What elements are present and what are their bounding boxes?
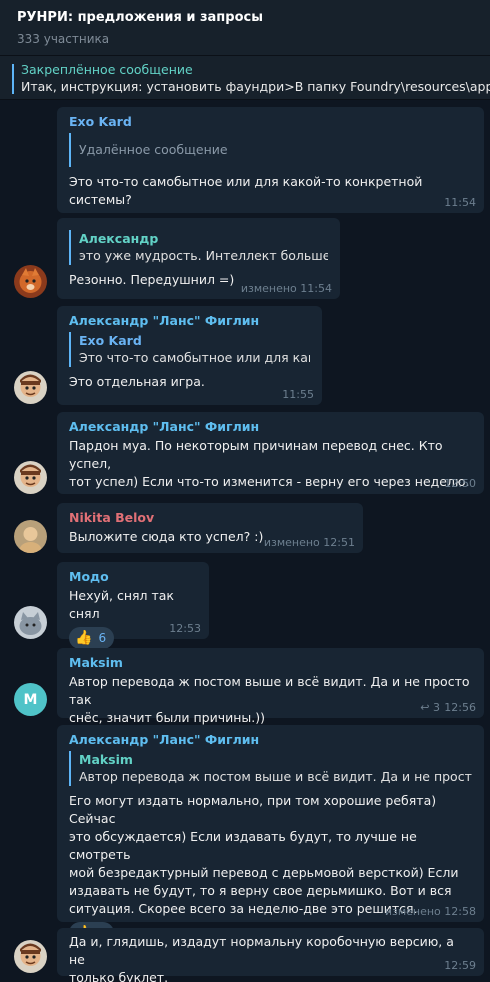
message-text-line: это обсуждается) Если издавать будут, то… — [69, 829, 417, 862]
reaction-chip[interactable]: 👍 6 — [69, 627, 115, 649]
message-text: Нехуй, снял так снял — [69, 588, 174, 621]
sender-name[interactable]: Maksim — [69, 654, 472, 671]
message-time: изменено 12:58 — [384, 905, 476, 918]
reply-text: Автор перевода ж постом выше и всё видит… — [79, 769, 472, 784]
message-text-line: Пардон муа. По некоторым причинам перево… — [69, 438, 443, 471]
sender-name[interactable]: Nikita Belov — [69, 509, 351, 526]
message-bubble[interactable]: Александр "Ланс" Фиглин Exo Kard Это что… — [57, 306, 322, 405]
message-text-line: Автор перевода ж постом выше и всё видит… — [69, 674, 470, 707]
reply-text: это уже мудрость. Интеллект больше ... — [79, 248, 328, 263]
reply-text: Это что-то самобытное или для как... — [79, 350, 310, 365]
message-text: Да и, глядишь, издадут нормальну коробоч… — [69, 933, 472, 982]
message-time: 11:55 — [282, 388, 314, 401]
message-text: Автор перевода ж постом выше и всё видит… — [69, 673, 472, 727]
reaction-count: 6 — [98, 631, 107, 645]
message-text-line: издавать не будут, то я верну свое дерьм… — [69, 883, 452, 898]
avatar[interactable] — [14, 606, 47, 639]
member-count: 333 участника — [17, 32, 110, 46]
reply-sender: Exo Kard — [79, 333, 142, 348]
message-text-line: только буклет. — [69, 970, 169, 982]
avatar-letter: M — [23, 691, 38, 708]
avatar[interactable]: M — [14, 683, 47, 716]
message-time: 12:53 — [169, 622, 201, 635]
message-text-line: Его могут издать нормально, при том хоро… — [69, 793, 437, 826]
sender-name[interactable]: Александр "Ланс" Фиглин — [69, 312, 310, 329]
reply-quote[interactable]: Exo Kard Это что-то самобытное или для к… — [69, 332, 310, 367]
cat-avatar-icon — [14, 606, 47, 639]
replies-counter[interactable]: ↩ 3 — [420, 701, 440, 714]
message-time: 12:50 — [444, 477, 476, 490]
sender-name[interactable]: Александр "Ланс" Фиглин — [69, 418, 472, 435]
message-bubble[interactable]: Александр "Ланс" Фиглин Maksim Автор пер… — [57, 725, 484, 944]
message-bubble[interactable]: Nikita Belov Выложите сюда кто успел? :)… — [57, 503, 363, 553]
cartoon-face-avatar-icon — [14, 371, 47, 404]
sender-name[interactable]: Модо — [69, 568, 197, 585]
thumbs-up-icon: 👍 — [75, 630, 93, 646]
message-time: изменено 11:54 — [240, 282, 332, 295]
pinned-accent-bar — [12, 64, 14, 94]
message-time: 12:59 — [444, 959, 476, 972]
message-text: Это отдельная игра. — [69, 374, 205, 389]
avatar[interactable] — [14, 461, 47, 494]
reply-text: Удалённое сообщение — [79, 142, 228, 157]
pinned-text: Итак, инструкция: установить фаундри>В п… — [21, 79, 490, 94]
message-text-line: Да и, глядишь, издадут нормальну коробоч… — [69, 934, 454, 967]
fox-avatar-icon — [14, 265, 47, 298]
message-time: 11:54 — [444, 196, 476, 209]
cartoon-face-avatar-icon — [14, 461, 47, 494]
message-bubble[interactable]: Александр это уже мудрость. Интеллект бо… — [57, 218, 340, 299]
reply-quote[interactable]: Удалённое сообщение — [69, 133, 472, 167]
avatar[interactable] — [14, 940, 47, 973]
message-time: 12:56 — [444, 701, 476, 714]
message-bubble[interactable]: Александр "Ланс" Фиглин Пардон муа. По н… — [57, 412, 484, 494]
message-bubble[interactable]: Maksim Автор перевода ж постом выше и вс… — [57, 648, 484, 725]
message-time: изменено 12:51 — [263, 536, 355, 549]
sender-name[interactable]: Exo Kard — [69, 113, 472, 130]
avatar[interactable] — [14, 371, 47, 404]
reply-quote[interactable]: Maksim Автор перевода ж постом выше и вс… — [69, 751, 472, 786]
message-text: Это что-то самобытное или для какой-то к… — [69, 174, 423, 207]
replies-count: 3 — [433, 701, 440, 714]
message-feed[interactable]: Exo Kard Удалённое сообщение Это что-то … — [0, 100, 490, 982]
reply-sender: Александр — [79, 231, 159, 246]
reply-sender: Maksim — [79, 752, 133, 767]
cartoon-face-avatar-icon — [14, 940, 47, 973]
message-bubble[interactable]: Модо Нехуй, снял так снял 👍 6 12:53 — [57, 562, 209, 649]
reply-quote[interactable]: Александр это уже мудрость. Интеллект бо… — [69, 230, 328, 265]
pinned-message-bar[interactable]: Закреплённое сообщение Итак, инструкция:… — [0, 56, 490, 100]
photo-avatar-icon — [14, 520, 47, 553]
chat-header[interactable]: РУНРИ: предложения и запросы 333 участни… — [0, 0, 490, 56]
sender-name[interactable]: Александр "Ланс" Фиглин — [69, 731, 472, 748]
message-text: Пардон муа. По некоторым причинам перево… — [69, 437, 472, 491]
reply-arrow-icon: ↩ — [420, 701, 430, 714]
avatar[interactable] — [14, 265, 47, 298]
message-text: Его могут издать нормально, при том хоро… — [69, 792, 472, 918]
avatar[interactable] — [14, 520, 47, 553]
message-bubble[interactable]: Да и, глядишь, издадут нормальну коробоч… — [57, 928, 484, 982]
message-bubble[interactable]: Exo Kard Удалённое сообщение Это что-то … — [57, 107, 484, 213]
pinned-label: Закреплённое сообщение — [21, 62, 193, 77]
message-text-line: мой безредактурный перевод с дерьмовой в… — [69, 865, 459, 880]
chat-title: РУНРИ: предложения и запросы — [17, 10, 263, 25]
message-text-line: тот успел) Если что-то изменится - верну… — [69, 474, 470, 489]
